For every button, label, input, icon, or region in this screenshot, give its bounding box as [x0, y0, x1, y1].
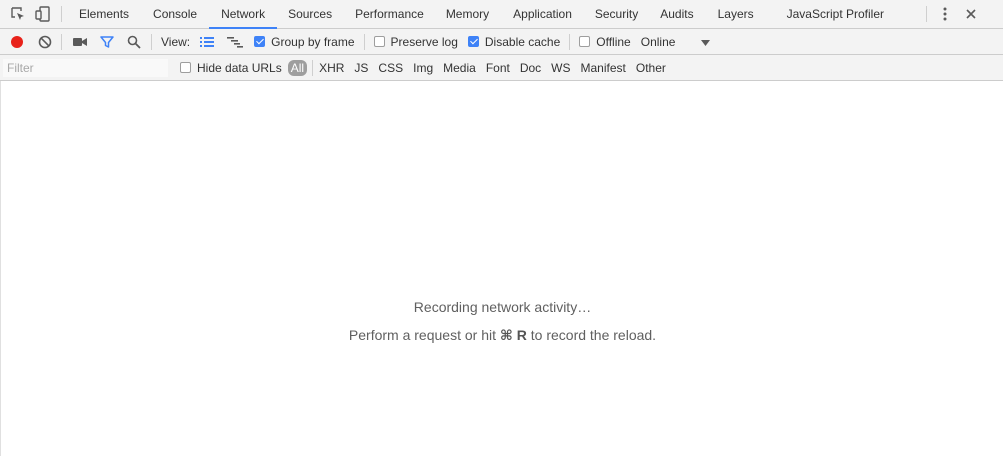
toolbar-divider — [61, 6, 62, 22]
throttling-dropdown-arrow-icon[interactable] — [701, 35, 711, 49]
network-toolbar: View: Group by frame Preserve log Disabl… — [0, 29, 1003, 55]
overview-view-icon[interactable] — [225, 32, 245, 52]
clear-icon[interactable] — [35, 32, 55, 52]
filter-type-css[interactable]: CSS — [378, 61, 403, 75]
filter-type-img[interactable]: Img — [413, 61, 433, 75]
filter-type-manifest[interactable]: Manifest — [581, 61, 626, 75]
recording-status-text: Recording network activity… — [413, 299, 592, 315]
tab-bar: Elements Console Network Sources Perform… — [0, 0, 1003, 29]
toolbar-divider — [363, 33, 365, 50]
disable-cache-checkbox[interactable] — [467, 36, 479, 47]
capture-screenshots-icon[interactable] — [70, 32, 90, 52]
preserve-log-checkbox[interactable] — [373, 36, 385, 47]
offline-checkbox[interactable] — [579, 36, 591, 47]
preserve-log-label[interactable]: Preserve log — [391, 35, 458, 49]
toolbar-divider — [151, 33, 152, 50]
filter-type-media[interactable]: Media — [443, 61, 476, 75]
inspect-element-icon[interactable] — [8, 4, 28, 24]
tab-memory[interactable]: Memory — [446, 0, 489, 29]
throttling-select[interactable]: Online — [641, 35, 676, 49]
group-by-frame-label[interactable]: Group by frame — [271, 35, 354, 49]
filter-type-xhr[interactable]: XHR — [319, 61, 344, 75]
filter-type-other[interactable]: Other — [636, 61, 666, 75]
filter-bar: Hide data URLs All XHR JS CSS Img Media … — [0, 55, 1003, 81]
tab-network[interactable]: Network — [209, 0, 278, 29]
reload-hint-text: Perform a request or hit ⌘ R to record t… — [1, 327, 1003, 344]
tab-audits[interactable]: Audits — [660, 0, 693, 29]
network-empty-panel: Recording network activity… Perform a re… — [0, 81, 1003, 456]
hide-data-urls-checkbox[interactable] — [180, 62, 191, 73]
hide-data-urls-label[interactable]: Hide data URLs — [197, 61, 282, 75]
toolbar-divider — [312, 59, 314, 76]
view-label: View: — [161, 34, 191, 49]
tab-security[interactable]: Security — [595, 0, 638, 29]
tab-console[interactable]: Console — [153, 0, 197, 29]
filter-type-all[interactable]: All — [287, 59, 308, 76]
filter-icon[interactable] — [97, 32, 117, 52]
reload-hint-suffix: to record the reload. — [526, 327, 657, 343]
filter-type-doc[interactable]: Doc — [520, 61, 541, 75]
toolbar-divider — [569, 33, 571, 50]
record-icon[interactable] — [7, 32, 27, 52]
search-icon[interactable] — [124, 32, 144, 52]
tab-elements[interactable]: Elements — [79, 0, 129, 29]
reload-hint-prefix: Perform a request or hit — [348, 327, 500, 343]
close-icon[interactable] — [961, 4, 981, 24]
tab-performance[interactable]: Performance — [355, 0, 424, 29]
tab-layers[interactable]: Layers — [718, 0, 754, 29]
filter-type-ws[interactable]: WS — [551, 61, 570, 75]
filter-type-font[interactable]: Font — [486, 61, 510, 75]
disable-cache-label[interactable]: Disable cache — [485, 35, 560, 49]
toolbar-divider — [61, 33, 62, 50]
toolbar-divider — [926, 6, 927, 22]
group-by-frame-checkbox[interactable] — [254, 36, 266, 47]
large-rows-view-icon[interactable] — [197, 32, 217, 52]
offline-label[interactable]: Offline — [596, 35, 630, 49]
tab-application[interactable]: Application — [513, 0, 572, 29]
filter-type-js[interactable]: JS — [354, 61, 368, 75]
tab-sources[interactable]: Sources — [288, 0, 332, 29]
device-toolbar-icon[interactable] — [33, 4, 53, 24]
tab-javascript-profiler[interactable]: JavaScript Profiler — [787, 0, 884, 29]
kebab-menu-icon[interactable] — [935, 4, 955, 24]
filter-input[interactable] — [3, 58, 168, 77]
reload-shortcut: ⌘ R — [499, 327, 527, 343]
